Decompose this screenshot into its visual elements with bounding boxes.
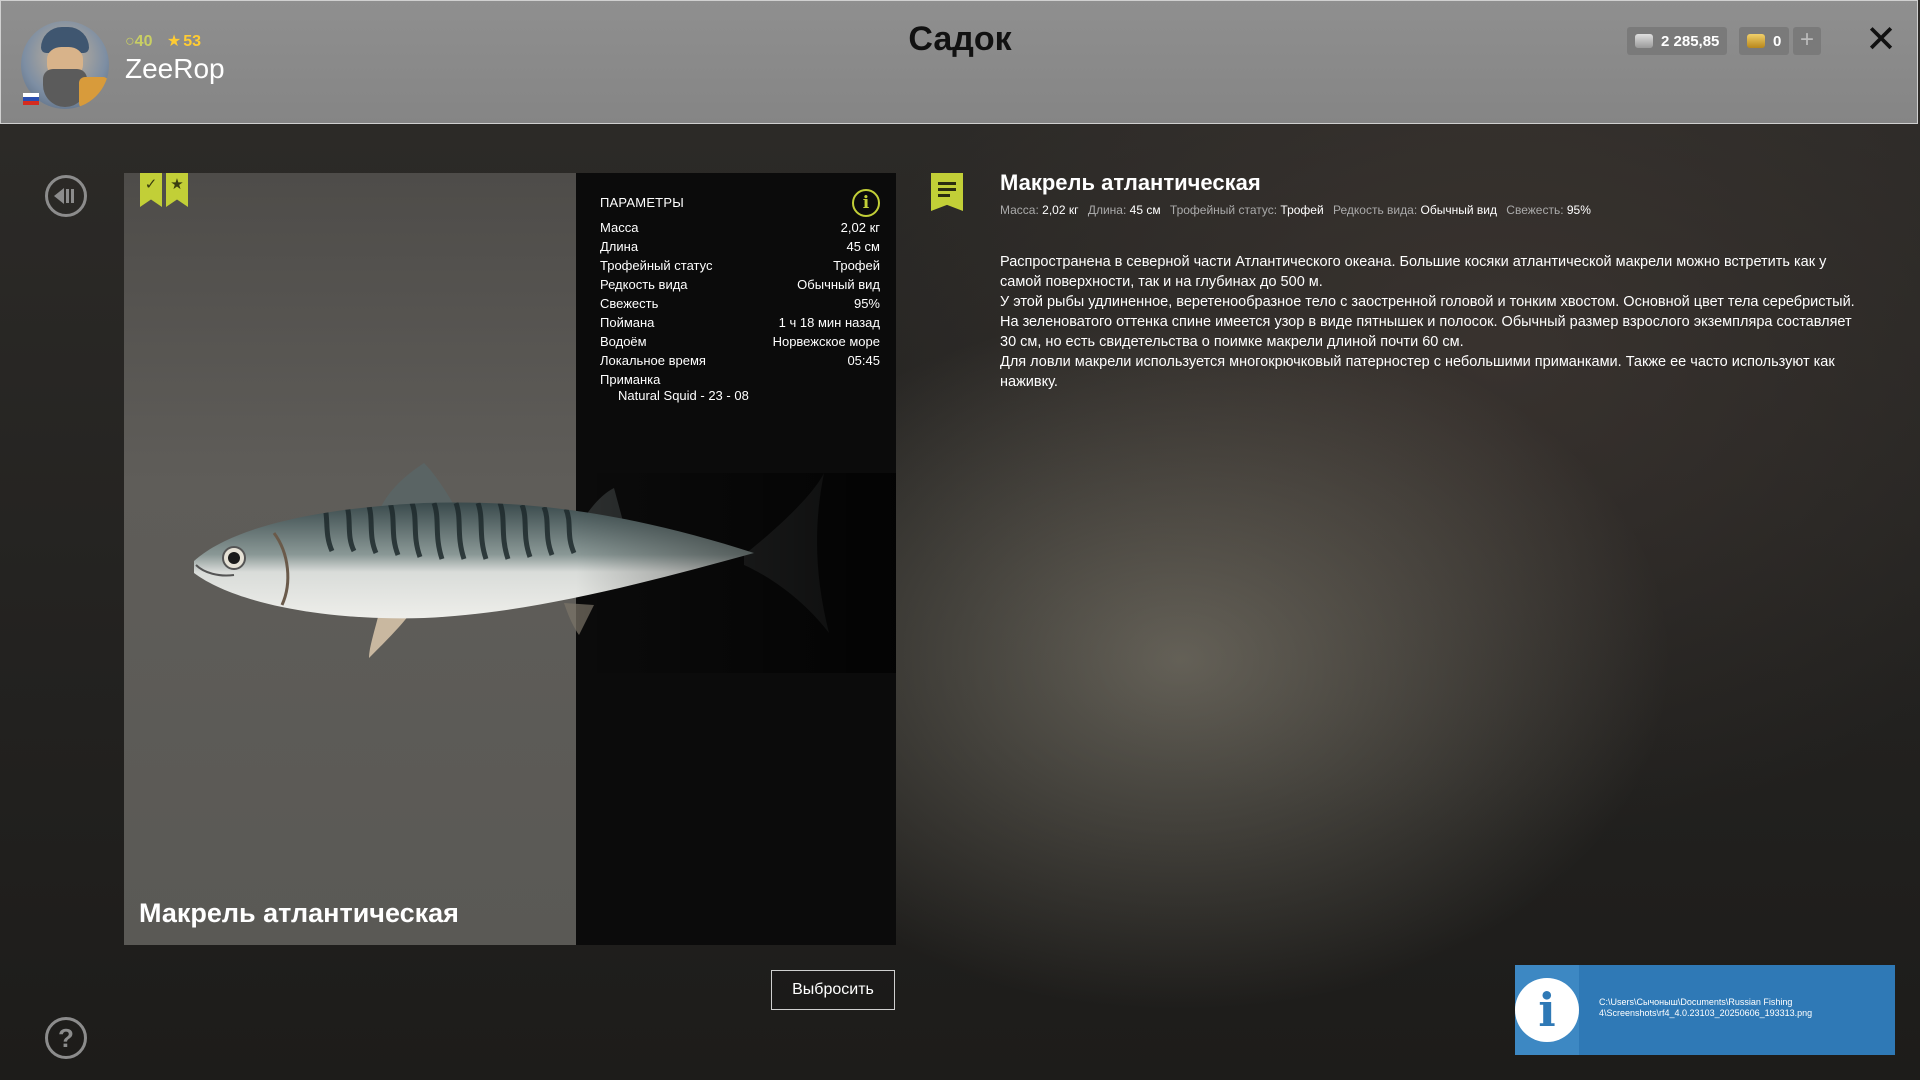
stat-label: Масса:: [1000, 203, 1039, 217]
stat-value: 95%: [1566, 203, 1591, 217]
stat-value: 2,02 кг: [1042, 203, 1079, 217]
fish-card: ✓ ★ Макрель атлантическая ПАРАМЕТРЫ Масс…: [124, 173, 896, 945]
param-value: Трофей: [833, 258, 880, 273]
gold-value: 0: [1773, 32, 1782, 50]
description-stats: Масса: 2,02 кг Длина: 45 см Трофейный ст…: [1000, 203, 1597, 217]
note-icon: [931, 173, 963, 211]
param-value: 45 см: [846, 239, 880, 254]
russia-flag-icon: [23, 93, 39, 105]
description-title: Макрель атлантическая: [1000, 170, 1261, 195]
param-row: Поймана 1 ч 18 мин назад: [600, 313, 880, 332]
description-text: Распространена в северной части Атлантич…: [1000, 252, 1870, 392]
back-button[interactable]: [45, 175, 87, 217]
param-label: Редкость вида: [600, 277, 688, 292]
parameters-heading: ПАРАМЕТРЫ: [600, 195, 684, 210]
param-label: Длина: [600, 239, 639, 254]
notification-icon-box: i: [1515, 965, 1579, 1055]
discard-button[interactable]: Выбросить: [771, 970, 895, 1010]
bait-label: Приманка: [600, 372, 661, 387]
stat-value: Трофей: [1280, 203, 1324, 217]
level-icon: ○: [125, 33, 135, 50]
param-row: Свежесть 95%: [600, 294, 880, 313]
parameters-panel: ПАРАМЕТРЫ Масса 2,02 кг Длина 45 см Трофей…: [600, 195, 880, 403]
level-value: 40: [134, 33, 153, 50]
gold-coin-icon: [1747, 34, 1765, 48]
param-value: 2,02 кг: [840, 220, 880, 235]
stars-value: 53: [183, 33, 202, 50]
star-icon: ★: [166, 33, 182, 50]
param-value: 1 ч 18 мин назад: [778, 315, 880, 330]
param-value: Обычный вид: [797, 277, 880, 292]
plus-icon: +: [1799, 26, 1814, 53]
stat-label: Трофейный статус:: [1169, 203, 1278, 217]
help-icon: ?: [58, 1023, 74, 1053]
player-name: ZeeRop: [125, 53, 225, 84]
stat-label: Редкость вида:: [1333, 203, 1418, 217]
silver-coin-icon: [1635, 34, 1653, 48]
param-row: Масса 2,02 кг: [600, 218, 880, 237]
close-icon: ✕: [1865, 19, 1897, 61]
screenshot-path: C:\Users\Сычоныш\Documents\Russian Fishi…: [1599, 997, 1813, 1018]
back-icon: [54, 188, 74, 204]
param-value: 95%: [853, 296, 880, 311]
stat-label: Свежесть:: [1506, 203, 1564, 217]
param-value: 05:45: [847, 353, 880, 368]
description-paragraph: У этой рыбы удлиненное, веретенообразное…: [1000, 294, 1855, 350]
stat-value: Обычный вид: [1420, 203, 1497, 217]
fish-name: Макрель атлантическая: [139, 898, 459, 928]
info-icon: i: [862, 193, 870, 213]
stat-label: Длина:: [1087, 203, 1127, 217]
info-icon: i: [1515, 978, 1579, 1042]
param-label: Трофейный статус: [600, 258, 713, 273]
description-paragraph: Для ловли макрели используется многокрюч…: [1000, 354, 1835, 390]
player-level: ○40 ★ 53: [125, 31, 201, 51]
gold-balance: 0: [1739, 27, 1790, 55]
param-label: Локальное время: [600, 353, 706, 368]
fish-photo: [124, 173, 576, 945]
help-button[interactable]: ?: [45, 1017, 87, 1059]
description-paragraph: Распространена в северной части Атлантич…: [1000, 254, 1827, 290]
stat-value: 45 см: [1129, 203, 1161, 217]
param-row: Водоём Норвежское море: [600, 332, 880, 351]
param-row: Трофейный статус Трофей: [600, 256, 880, 275]
close-button[interactable]: ✕: [1863, 21, 1899, 59]
top-bar: ○40 ★ 53 ZeeRop 2 285,85 0 + ✕: [0, 0, 1918, 124]
param-row: Локальное время 05:45: [600, 351, 880, 370]
silver-value: 2 285,85: [1661, 32, 1720, 50]
bait-value: Natural Squid - 23 - 08: [618, 388, 749, 403]
param-row: Редкость вида Обычный вид: [600, 275, 880, 294]
info-button[interactable]: i: [852, 189, 880, 217]
avatar-coat: [79, 77, 109, 109]
silver-balance: 2 285,85: [1627, 27, 1728, 55]
param-value: Норвежское море: [772, 334, 880, 349]
param-row: Длина 45 см: [600, 237, 880, 256]
param-label: Водоём: [600, 334, 647, 349]
param-label: Масса: [600, 220, 639, 235]
param-label: Свежесть: [600, 296, 659, 311]
param-label: Поймана: [600, 315, 655, 330]
screenshot-notification[interactable]: i C:\Users\Сычоныш\Documents\Russian Fis…: [1515, 965, 1895, 1055]
add-gold-button[interactable]: +: [1793, 27, 1821, 55]
